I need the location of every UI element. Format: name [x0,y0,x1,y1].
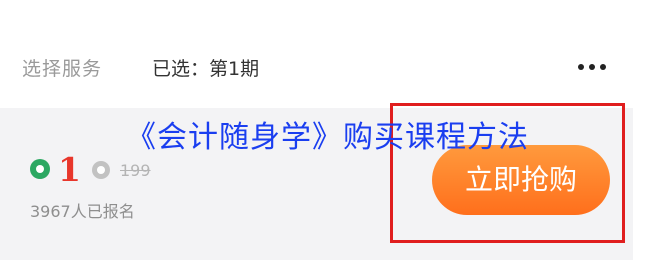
current-price: 1 [58,150,81,189]
page-edge [633,0,650,260]
original-price: 199 [120,161,151,180]
coin-icon [92,161,110,179]
selected-period[interactable]: 已选：第1期 [152,54,259,81]
service-label: 选择服务 [22,58,103,80]
more-dots-icon[interactable] [574,58,610,76]
enrolled-count: 3967人已报名 [30,202,135,221]
overlay-title: 《会计随身学》购买课程方法 [126,120,529,155]
coin-icon [30,159,50,179]
